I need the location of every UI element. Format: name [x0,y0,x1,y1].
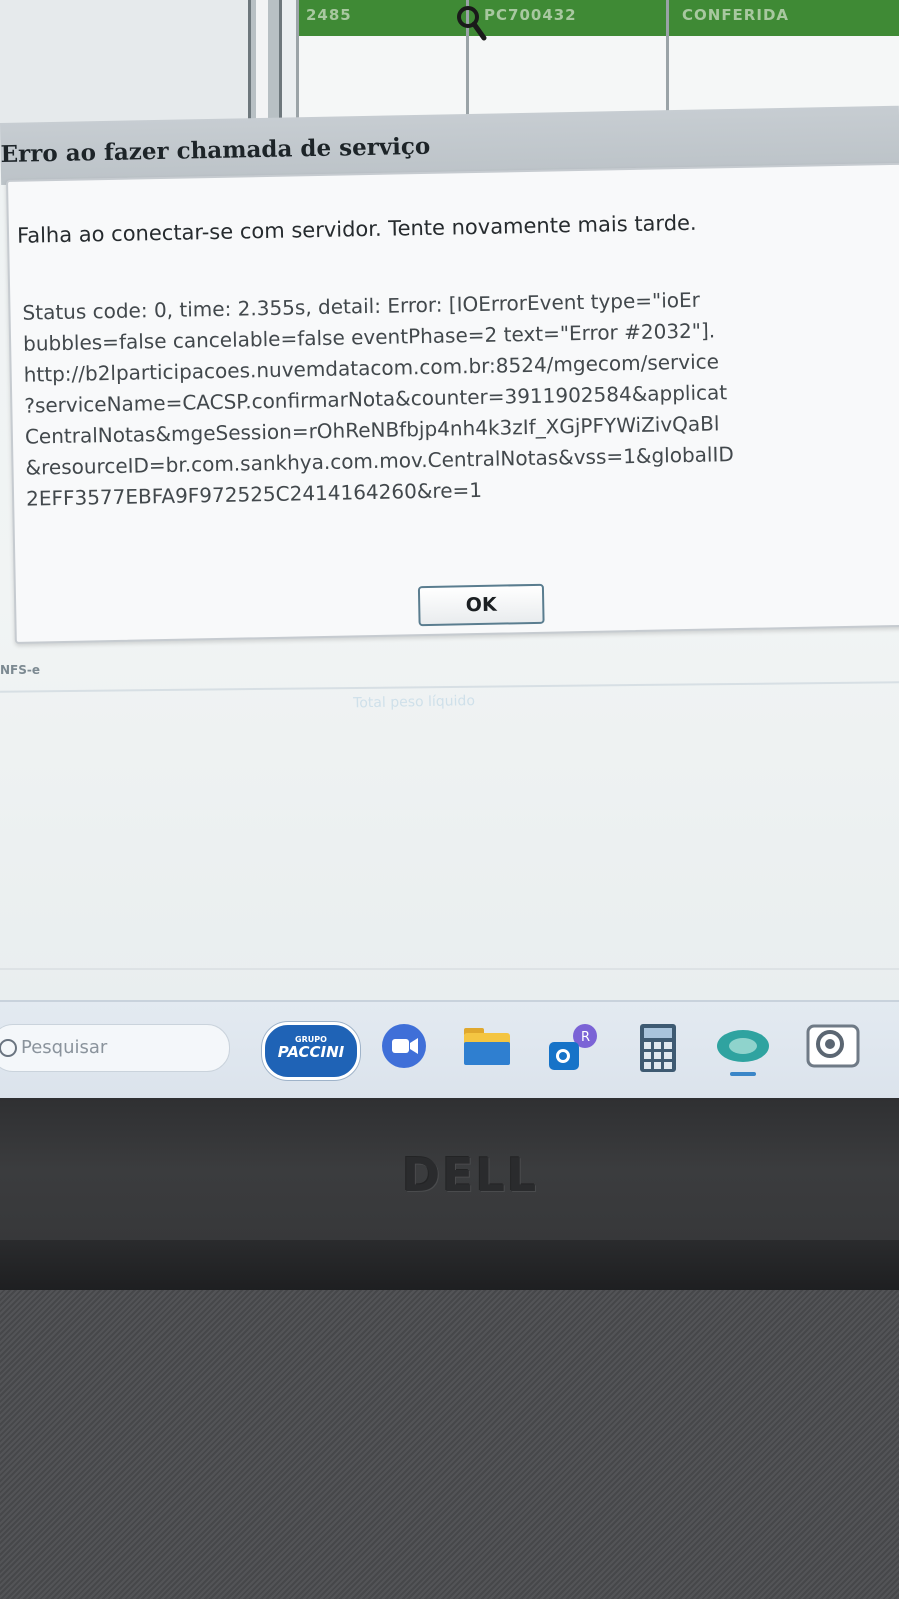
grid-cell-status: CONFERIDA [682,6,789,24]
meet-icon[interactable] [380,1022,428,1070]
grid-cell-number: 2485 [306,6,352,24]
laptop-deck [0,1290,899,1599]
dialog-title: Erro ao fazer chamada de serviço [0,132,431,168]
file-explorer-icon[interactable] [462,1022,512,1068]
background-ghost-label: Total peso líquido [352,693,476,712]
search-placeholder: Pesquisar [21,1037,108,1058]
dialog-message: Falha ao conectar-se com servidor. Tente… [16,210,697,248]
laptop-hinge [0,1240,899,1290]
divider [0,968,899,970]
logo-text: PACCINI [277,1043,345,1061]
taskbar: Pesquisar GRUPO PACCINI R [0,1000,899,1100]
grid-selected-row[interactable]: 2485 PC700432 CONFERIDA [296,0,899,36]
outlook-teams-icon[interactable]: R [545,1022,605,1078]
ok-button[interactable]: OK [417,583,545,627]
taskbar-search[interactable]: Pesquisar [0,1024,230,1072]
app-icon[interactable] [806,1022,860,1072]
paccini-logo-icon[interactable]: GRUPO PACCINI [262,1022,360,1080]
grid-cell-code: PC700432 [484,6,577,24]
screen: 2485 PC700432 CONFERIDA Erro ao fazer ch… [0,0,899,1110]
error-dialog: Falha ao conectar-se com servidor. Tente… [6,162,899,711]
dell-logo: DELL [402,1148,539,1202]
search-icon [0,1039,17,1057]
browser-globe-icon[interactable] [712,1022,774,1078]
dialog-error-detail: Status code: 0, time: 2.355s, detail: Er… [22,281,899,515]
calculator-icon[interactable] [638,1022,678,1074]
svg-text:R: R [581,1030,590,1045]
tab-nfse[interactable]: NFS-e [0,663,40,677]
magnifier-icon[interactable] [455,2,487,42]
